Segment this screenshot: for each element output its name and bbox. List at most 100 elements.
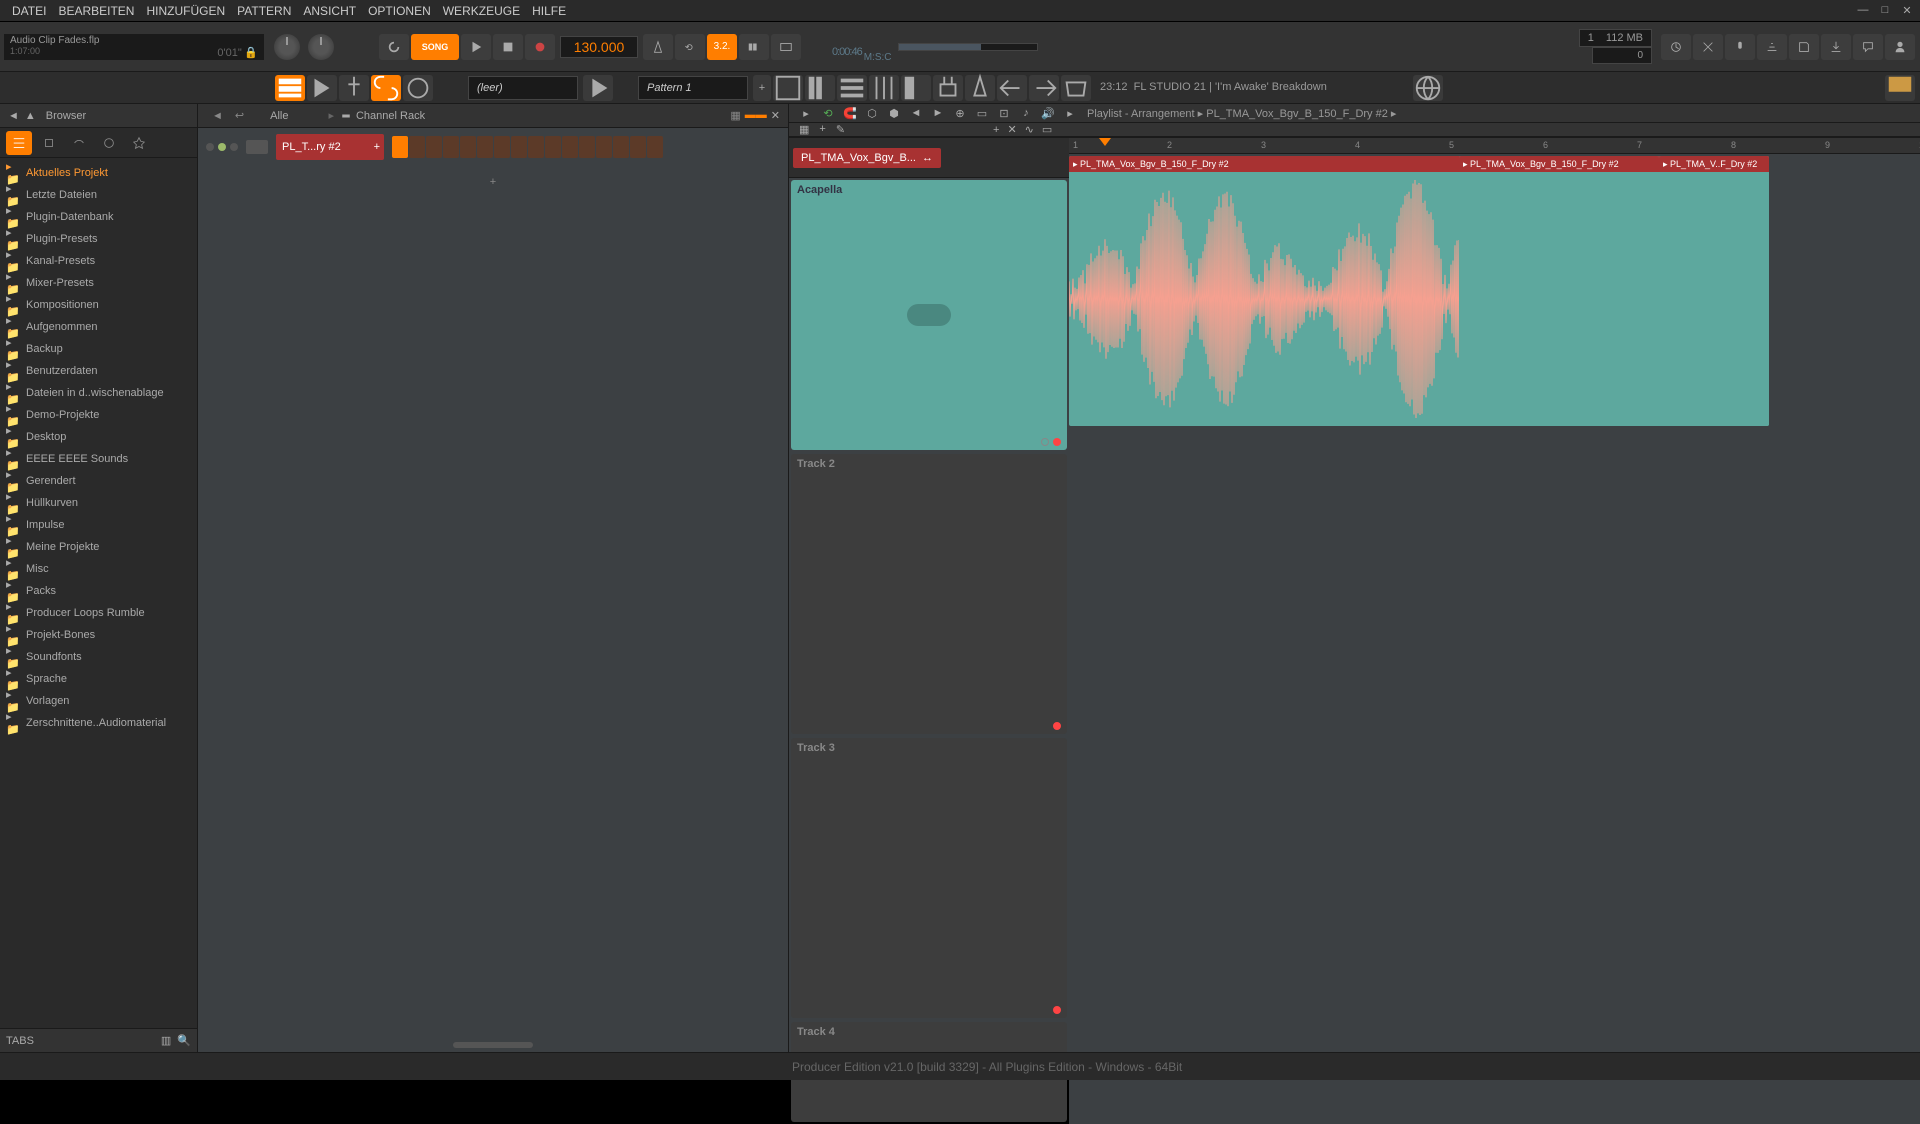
countdown-icon[interactable]: ⟲ bbox=[675, 34, 705, 60]
browser-item[interactable]: ▸📁Vorlagen bbox=[0, 690, 197, 712]
play-small-icon[interactable] bbox=[583, 75, 613, 101]
menu-add[interactable]: HINZUFÜGEN bbox=[140, 4, 231, 18]
pl-pencil-icon[interactable]: ✎ bbox=[836, 123, 845, 136]
undo-history-icon[interactable] bbox=[1661, 34, 1691, 60]
pl-wave-icon[interactable]: ∿ bbox=[1025, 123, 1034, 136]
channel-scroll[interactable] bbox=[453, 1042, 533, 1048]
view-mixer-icon[interactable] bbox=[869, 75, 899, 101]
browser-item[interactable]: ▸📁Desktop bbox=[0, 426, 197, 448]
touch-icon[interactable] bbox=[339, 75, 369, 101]
channel-name[interactable]: PL_T...ry #2+ bbox=[276, 134, 384, 160]
browser-tab-fav[interactable] bbox=[126, 131, 152, 155]
pl-block-icon[interactable]: ▭ bbox=[1042, 123, 1052, 136]
export-icon[interactable] bbox=[1821, 34, 1851, 60]
track-1-mute[interactable] bbox=[1041, 438, 1049, 446]
stop-button[interactable] bbox=[493, 34, 523, 60]
browser-item[interactable]: ▸📁Hüllkurven bbox=[0, 492, 197, 514]
menu-pattern[interactable]: PATTERN bbox=[231, 4, 297, 18]
pl-plus-icon[interactable]: + bbox=[993, 124, 999, 136]
pl-sync-icon[interactable]: ⟲ bbox=[818, 104, 838, 122]
ch-next-icon[interactable]: ↩ bbox=[235, 109, 244, 122]
pl-prev-icon[interactable]: ◄ bbox=[906, 104, 926, 122]
browser-item[interactable]: ▸📁Demo-Projekte bbox=[0, 404, 197, 426]
account-icon[interactable] bbox=[1885, 34, 1915, 60]
sync-icon[interactable] bbox=[379, 34, 409, 60]
playhead-icon[interactable] bbox=[1099, 138, 1111, 146]
browser-tab-plugins[interactable] bbox=[36, 131, 62, 155]
browser-item[interactable]: ▸📁Producer Loops Rumble bbox=[0, 602, 197, 624]
tools-icon[interactable] bbox=[1693, 34, 1723, 60]
track-header-2[interactable]: Track 2 bbox=[791, 454, 1067, 734]
metronome-icon[interactable] bbox=[643, 34, 673, 60]
tempo-tap-icon[interactable] bbox=[965, 75, 995, 101]
ch-close-icon[interactable]: ✕ bbox=[771, 109, 780, 122]
pl-select-icon[interactable]: ▭ bbox=[972, 104, 992, 122]
main-pitch-knob[interactable] bbox=[308, 34, 334, 60]
browser-search-icon[interactable]: 🔍 bbox=[177, 1034, 191, 1047]
playlist-view-button[interactable] bbox=[275, 75, 305, 101]
ch-opts-icon[interactable]: ▬▬ bbox=[745, 109, 767, 122]
maximize-button[interactable]: □ bbox=[1876, 2, 1894, 18]
channel-add-button[interactable]: + bbox=[198, 172, 788, 192]
flag-icon[interactable] bbox=[1885, 75, 1915, 101]
pl-magnet-icon[interactable]: 🧲 bbox=[840, 104, 860, 122]
browser-item[interactable]: ▸📁Plugin-Presets bbox=[0, 228, 197, 250]
playlist-timeline[interactable]: 12345678910 ▸ PL_TMA_Vox_Bgv_B_150_F_Dry… bbox=[1069, 138, 1920, 1124]
fwd-icon[interactable]: ▲ bbox=[25, 110, 36, 122]
view-channel-rack-icon[interactable] bbox=[837, 75, 867, 101]
pattern-add-button[interactable]: + bbox=[753, 75, 771, 101]
playlist-breadcrumb[interactable]: Playlist - Arrangement ▸ PL_TMA_Vox_Bgv_… bbox=[1087, 107, 1396, 120]
browser-item[interactable]: ▸📁Zerschnittene..Audiomaterial bbox=[0, 712, 197, 734]
channel-row[interactable]: PL_T...ry #2+ bbox=[198, 128, 788, 166]
menu-help[interactable]: HILFE bbox=[526, 4, 572, 18]
pattern-chip[interactable]: PL_TMA_Vox_Bgv_B...↔ bbox=[793, 148, 941, 168]
time-display[interactable]: 0:00:46 bbox=[832, 28, 862, 66]
step-sequencer[interactable] bbox=[392, 136, 663, 158]
track-header-3[interactable]: Track 3 bbox=[791, 738, 1067, 1018]
pl-menu-icon[interactable]: ▸ bbox=[1060, 104, 1080, 122]
browser-item[interactable]: ▸📁Sprache bbox=[0, 668, 197, 690]
globe-icon[interactable] bbox=[1413, 75, 1443, 101]
browser-item[interactable]: ▸📁Aktuelles Projekt bbox=[0, 162, 197, 184]
ch-prev-icon[interactable]: ◄ bbox=[212, 110, 223, 122]
undo-icon[interactable] bbox=[997, 75, 1027, 101]
browser-menu-icon[interactable]: ▥ bbox=[161, 1034, 171, 1047]
play-button[interactable] bbox=[461, 34, 491, 60]
link-icon[interactable] bbox=[371, 75, 401, 101]
pl-add-icon[interactable]: + bbox=[819, 123, 825, 136]
ch-grid-icon[interactable]: ▦ bbox=[730, 109, 740, 122]
pl-fit-icon[interactable]: ⊡ bbox=[994, 104, 1014, 122]
browser-tab-all[interactable] bbox=[6, 131, 32, 155]
audio-clip-3[interactable]: ▸ PL_TMA_V..F_Dry #2 bbox=[1659, 156, 1769, 426]
browser-item[interactable]: ▸📁Aufgenommen bbox=[0, 316, 197, 338]
track-3-arm[interactable] bbox=[1053, 1006, 1061, 1014]
ch-filter[interactable]: Alle bbox=[270, 110, 288, 122]
browser-item[interactable]: ▸📁Misc bbox=[0, 558, 197, 580]
browser-item[interactable]: ▸📁Kompositionen bbox=[0, 294, 197, 316]
minimize-button[interactable]: — bbox=[1854, 2, 1872, 18]
close-button[interactable]: ✕ bbox=[1898, 2, 1916, 18]
record-button[interactable] bbox=[525, 34, 555, 60]
plugin-icon[interactable] bbox=[933, 75, 963, 101]
timeline-ruler[interactable]: 12345678910 bbox=[1069, 138, 1920, 154]
channel-enable-dot[interactable] bbox=[218, 143, 226, 151]
menu-edit[interactable]: BEARBEITEN bbox=[52, 4, 140, 18]
next-button[interactable] bbox=[307, 75, 337, 101]
clip-2-header[interactable]: ▸ PL_TMA_Vox_Bgv_B_150_F_Dry #2 bbox=[1459, 156, 1659, 172]
track-1-solo[interactable] bbox=[1053, 438, 1061, 446]
empty-selector[interactable]: (leer) bbox=[468, 76, 578, 100]
browser-item[interactable]: ▸📁Backup bbox=[0, 338, 197, 360]
main-volume-knob[interactable] bbox=[274, 34, 300, 60]
browser-item[interactable]: ▸📁Letzte Dateien bbox=[0, 184, 197, 206]
menu-view[interactable]: ANSICHT bbox=[297, 4, 362, 18]
shop-icon[interactable] bbox=[1061, 75, 1091, 101]
loop-record-icon[interactable] bbox=[771, 34, 801, 60]
step-mode-icon[interactable]: 3.2. bbox=[707, 34, 737, 60]
pl-x-icon[interactable]: ✕ bbox=[1007, 123, 1016, 136]
browser-tab-sounds[interactable] bbox=[66, 131, 92, 155]
song-mode-button[interactable]: SONG bbox=[411, 34, 459, 60]
menu-tools[interactable]: WERKZEUGE bbox=[437, 4, 526, 18]
pl-snap-icon[interactable]: ♪ bbox=[1016, 104, 1036, 122]
browser-item[interactable]: ▸📁Mixer-Presets bbox=[0, 272, 197, 294]
track-2-arm[interactable] bbox=[1053, 722, 1061, 730]
